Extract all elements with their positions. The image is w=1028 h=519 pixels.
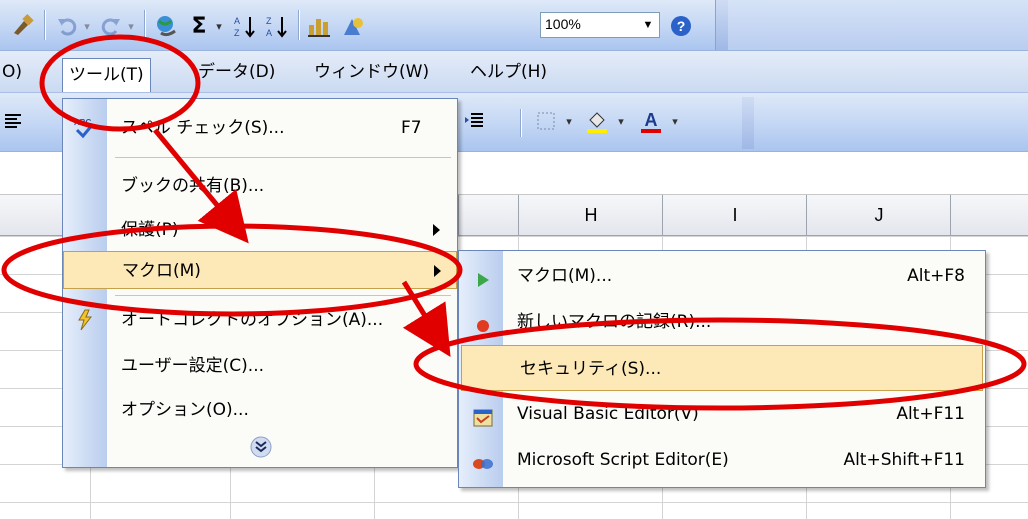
svg-text:A: A (234, 16, 240, 26)
submenu-item-security[interactable]: セキュリティ(S)... (461, 345, 983, 391)
menu-partial-item[interactable]: O) (0, 60, 28, 85)
svg-text:ABC: ABC (74, 118, 92, 127)
tools-menu: ABC スペル チェック(S)... F7 ブックの共有(B)... 保護(P)… (62, 98, 458, 468)
script-editor-icon (471, 448, 495, 472)
zoom-value: 100% (545, 16, 581, 32)
expand-menu-icon[interactable] (249, 435, 273, 459)
svg-text:Z: Z (234, 28, 240, 38)
font-color-dropdown-icon[interactable]: ▾ (668, 105, 682, 137)
menu-item-customize[interactable]: ユーザー設定(C)... (63, 347, 457, 385)
column-header-j[interactable]: J (806, 195, 951, 235)
column-header-g[interactable] (458, 195, 519, 235)
menu-bar: O) ツール(T) データ(D) ウィンドウ(W) ヘルプ(H) (0, 51, 1028, 93)
menu-item-macro[interactable]: マクロ(M) (63, 251, 457, 289)
redo-dropdown-icon[interactable]: ▾ (124, 10, 138, 42)
svg-text:A: A (266, 28, 272, 38)
menu-item-options[interactable]: オプション(O)... (63, 391, 457, 429)
run-macro-icon (471, 264, 495, 288)
submenu-item-record-macro[interactable]: 新しいマクロの記録(R)... (459, 299, 985, 345)
menu-tools[interactable]: ツール(T) (62, 58, 151, 92)
menu-help[interactable]: ヘルプ(H) (464, 60, 553, 85)
autocorrect-icon (73, 308, 97, 332)
menu-data[interactable]: データ(D) (192, 60, 281, 85)
menu-item-spell-check[interactable]: ABC スペル チェック(S)... F7 (63, 109, 457, 147)
submenu-arrow-icon (433, 224, 440, 236)
standard-toolbar: ▾ ▾ Σ ▾ AZ ZA 100% ▼ ? (0, 0, 1028, 51)
record-icon (471, 310, 495, 334)
submenu-item-script-editor[interactable]: Microsoft Script Editor(E) Alt+Shift+F11 (459, 437, 985, 483)
align-icon[interactable] (2, 105, 24, 137)
macro-submenu: マクロ(M)... Alt+F8 新しいマクロの記録(R)... セキュリティ(… (458, 250, 986, 488)
vb-editor-icon (471, 402, 495, 427)
chart-wizard-icon[interactable] (304, 10, 334, 42)
toolbar-options-icon[interactable] (742, 97, 754, 149)
undo-icon[interactable] (52, 10, 82, 42)
autosum-icon[interactable]: Σ (186, 10, 212, 42)
svg-text:?: ? (677, 18, 686, 34)
fill-color-icon[interactable] (582, 105, 612, 137)
menu-item-autocorrect-options[interactable]: オートコレクトのオプション(A)... (63, 301, 457, 339)
toolbar-options-icon[interactable] (715, 0, 728, 50)
submenu-item-macros[interactable]: マクロ(M)... Alt+F8 (459, 253, 985, 299)
sort-ascending-icon[interactable]: AZ (230, 10, 260, 42)
zoom-select[interactable]: 100% ▼ (540, 12, 660, 38)
submenu-item-vb-editor[interactable]: Visual Basic Editor(V) Alt+F11 (459, 391, 985, 437)
column-header-i[interactable]: I (662, 195, 807, 235)
sort-descending-icon[interactable]: ZA (262, 10, 292, 42)
help-icon[interactable]: ? (666, 10, 696, 42)
font-color-icon[interactable]: A (636, 105, 666, 137)
format-painter-icon[interactable] (8, 10, 38, 42)
menu-item-protection[interactable]: 保護(P) (63, 211, 457, 249)
zoom-dropdown-icon[interactable]: ▼ (639, 15, 657, 35)
svg-text:Z: Z (266, 16, 272, 26)
submenu-arrow-icon (434, 265, 441, 277)
svg-text:A: A (645, 110, 658, 130)
redo-icon[interactable] (96, 10, 126, 42)
borders-icon[interactable] (532, 105, 560, 137)
column-header-h[interactable]: H (518, 195, 663, 235)
spell-check-icon: ABC (73, 116, 97, 140)
autosum-dropdown-icon[interactable]: ▾ (212, 10, 226, 42)
undo-dropdown-icon[interactable]: ▾ (80, 10, 94, 42)
column-header-k[interactable] (950, 195, 1028, 235)
menu-item-share-workbook[interactable]: ブックの共有(B)... (63, 167, 457, 205)
fill-color-dropdown-icon[interactable]: ▾ (614, 105, 628, 137)
drawing-icon[interactable] (338, 10, 368, 42)
increase-indent-icon[interactable] (462, 105, 486, 137)
borders-dropdown-icon[interactable]: ▾ (562, 105, 576, 137)
menu-window[interactable]: ウィンドウ(W) (308, 60, 435, 85)
hyperlink-icon[interactable] (150, 10, 182, 42)
